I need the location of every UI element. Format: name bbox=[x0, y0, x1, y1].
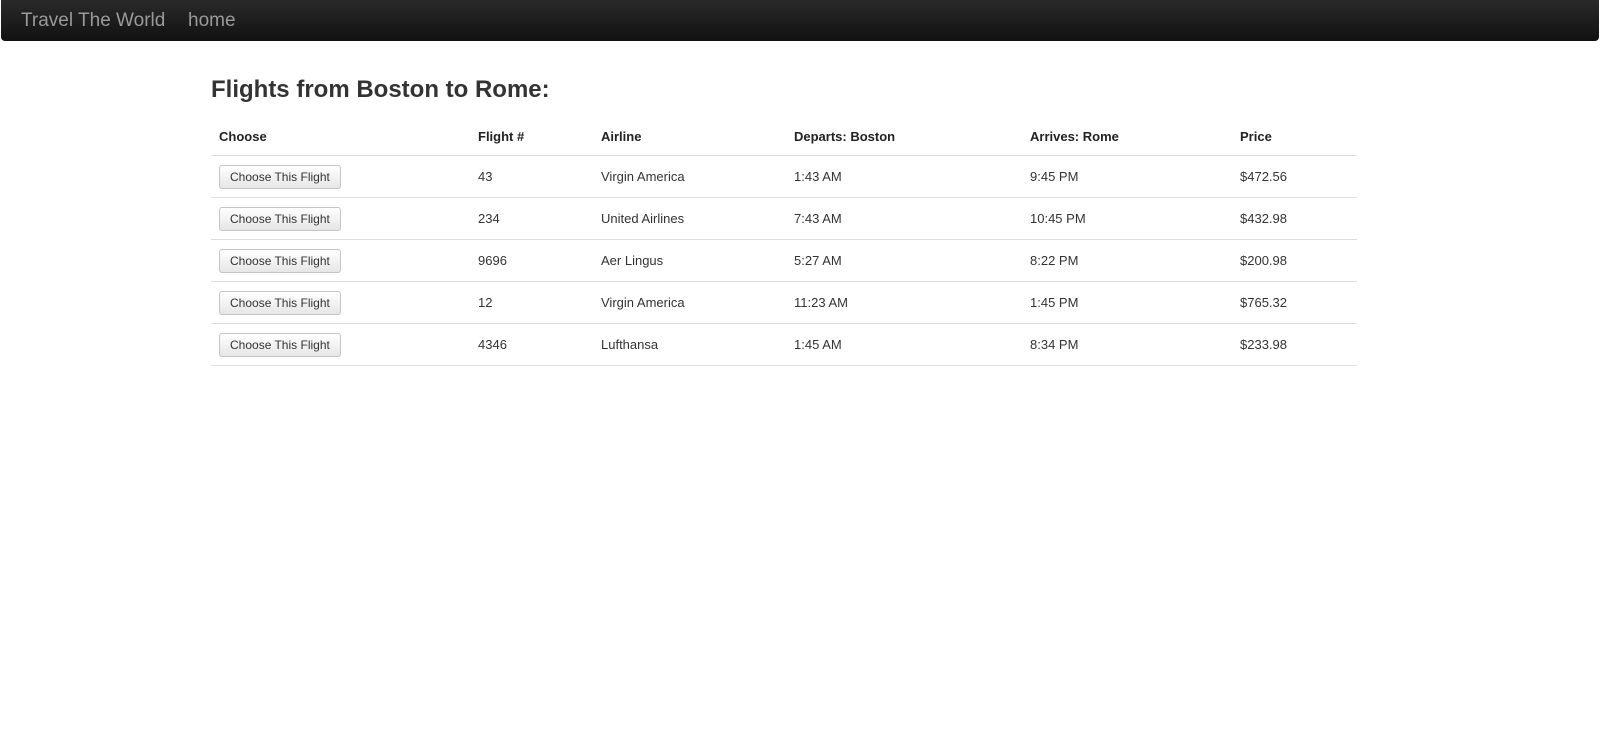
table-row: Choose This Flight 9696 Aer Lingus 5:27 … bbox=[211, 239, 1357, 282]
header-flight: Flight # bbox=[470, 118, 593, 156]
arrives-time: 10:45 PM bbox=[1022, 197, 1232, 240]
header-departs: Departs: Boston bbox=[786, 118, 1022, 156]
flight-number: 43 bbox=[470, 155, 593, 198]
page-title: Flights from Boston to Rome: bbox=[211, 76, 550, 103]
price: $432.98 bbox=[1232, 197, 1357, 240]
flight-number: 234 bbox=[470, 197, 593, 240]
choose-cell: Choose This Flight bbox=[211, 197, 470, 240]
arrives-time: 9:45 PM bbox=[1022, 155, 1232, 198]
choose-flight-button[interactable]: Choose This Flight bbox=[219, 248, 341, 273]
navbar: Travel The World home bbox=[1, 0, 1599, 41]
header-arrives: Arrives: Rome bbox=[1022, 118, 1232, 156]
airline: Virgin America bbox=[593, 281, 786, 324]
airline: United Airlines bbox=[593, 197, 786, 240]
departs-time: 5:27 AM bbox=[786, 239, 1022, 282]
price: $765.32 bbox=[1232, 281, 1357, 324]
choose-cell: Choose This Flight bbox=[211, 155, 470, 198]
choose-flight-button[interactable]: Choose This Flight bbox=[219, 290, 341, 315]
departs-time: 1:43 AM bbox=[786, 155, 1022, 198]
airline: Virgin America bbox=[593, 155, 786, 198]
flight-number: 9696 bbox=[470, 239, 593, 282]
choose-flight-button[interactable]: Choose This Flight bbox=[219, 332, 341, 357]
home-link[interactable]: home bbox=[188, 10, 236, 32]
departs-time: 7:43 AM bbox=[786, 197, 1022, 240]
airline: Aer Lingus bbox=[593, 239, 786, 282]
departs-time: 11:23 AM bbox=[786, 281, 1022, 324]
brand-link[interactable]: Travel The World bbox=[21, 10, 165, 32]
choose-flight-button[interactable]: Choose This Flight bbox=[219, 206, 341, 231]
price: $233.98 bbox=[1232, 323, 1357, 366]
header-price: Price bbox=[1232, 118, 1357, 156]
flight-number: 4346 bbox=[470, 323, 593, 366]
table-row: Choose This Flight 234 United Airlines 7… bbox=[211, 197, 1357, 240]
arrives-time: 8:22 PM bbox=[1022, 239, 1232, 282]
choose-flight-button[interactable]: Choose This Flight bbox=[219, 164, 341, 189]
header-airline: Airline bbox=[593, 118, 786, 156]
arrives-time: 8:34 PM bbox=[1022, 323, 1232, 366]
arrives-time: 1:45 PM bbox=[1022, 281, 1232, 324]
price: $200.98 bbox=[1232, 239, 1357, 282]
flight-number: 12 bbox=[470, 281, 593, 324]
price: $472.56 bbox=[1232, 155, 1357, 198]
table-row: Choose This Flight 43 Virgin America 1:4… bbox=[211, 155, 1357, 198]
departs-time: 1:45 AM bbox=[786, 323, 1022, 366]
flights-table: Choose Flight # Airline Departs: Boston … bbox=[211, 118, 1357, 366]
choose-cell: Choose This Flight bbox=[211, 323, 470, 366]
table-row: Choose This Flight 4346 Lufthansa 1:45 A… bbox=[211, 323, 1357, 366]
header-choose: Choose bbox=[211, 118, 470, 156]
choose-cell: Choose This Flight bbox=[211, 239, 470, 282]
airline: Lufthansa bbox=[593, 323, 786, 366]
choose-cell: Choose This Flight bbox=[211, 281, 470, 324]
table-row: Choose This Flight 12 Virgin America 11:… bbox=[211, 281, 1357, 324]
